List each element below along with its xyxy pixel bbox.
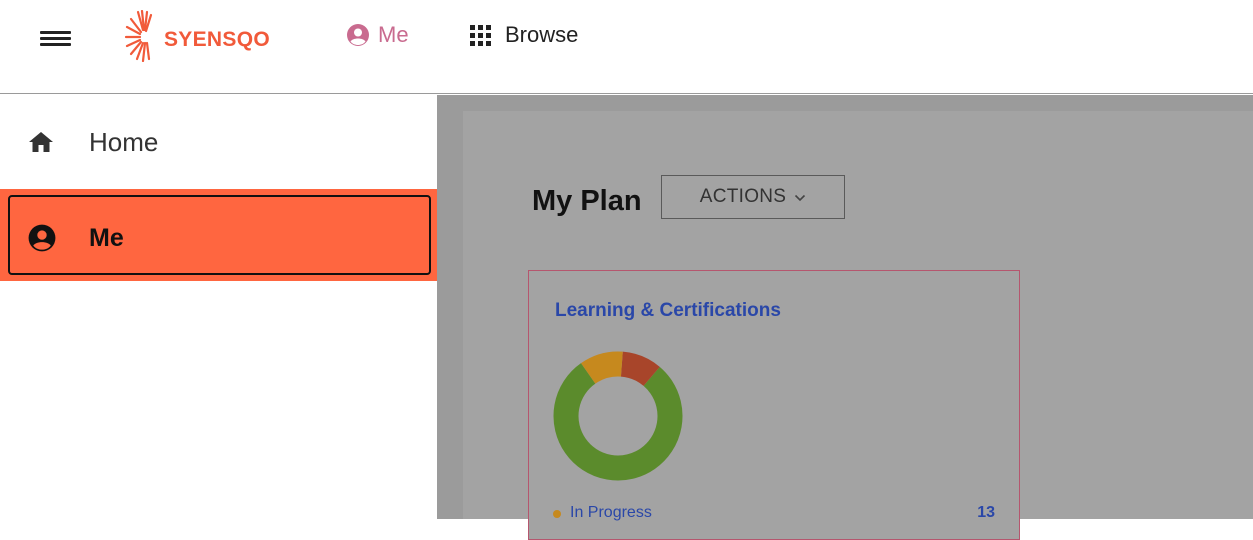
actions-dropdown-button[interactable]: ACTIONS bbox=[661, 175, 845, 219]
page-title: My Plan bbox=[532, 185, 642, 217]
brand-name: SYENSQO bbox=[164, 28, 270, 51]
nav-me-link[interactable]: Me bbox=[346, 20, 409, 50]
legend-count: 13 bbox=[977, 504, 995, 521]
apps-grid-icon bbox=[470, 24, 491, 46]
home-icon bbox=[29, 132, 53, 152]
sidebar-item-me[interactable]: Me bbox=[8, 195, 431, 275]
plan-panel: My Plan ACTIONS Learning & Certification… bbox=[463, 111, 1253, 540]
account-circle-icon bbox=[347, 24, 369, 46]
menu-icon[interactable] bbox=[40, 31, 71, 46]
sidebar-item-me-highlight: Me bbox=[0, 189, 437, 281]
sidebar-item-label: Me bbox=[89, 224, 124, 252]
account-circle-icon bbox=[28, 224, 56, 252]
nav-browse-link[interactable]: Browse bbox=[470, 20, 578, 50]
main-content: My Plan ACTIONS Learning & Certification… bbox=[437, 95, 1253, 540]
learning-card: Learning & Certifications In Progress 13 bbox=[528, 270, 1020, 540]
sidebar: Home Me bbox=[0, 95, 437, 519]
legend-dot bbox=[553, 510, 561, 518]
sidebar-item-label: Home bbox=[89, 127, 159, 157]
sidebar-item-home[interactable]: Home bbox=[0, 113, 437, 169]
card-title[interactable]: Learning & Certifications bbox=[555, 300, 781, 322]
nav-me-label: Me bbox=[378, 22, 409, 47]
brand-sunburst-icon bbox=[124, 10, 153, 62]
top-header: SYENSQO Me Browse bbox=[0, 0, 1253, 94]
chevron-down-icon bbox=[795, 194, 806, 202]
legend-label: In Progress bbox=[570, 504, 652, 521]
legend-item-in-progress[interactable]: In Progress 13 bbox=[553, 504, 995, 526]
actions-label: ACTIONS bbox=[699, 186, 787, 207]
learning-donut-chart[interactable] bbox=[553, 351, 683, 481]
nav-browse-label: Browse bbox=[505, 22, 579, 47]
brand-logo[interactable]: SYENSQO bbox=[122, 10, 282, 62]
